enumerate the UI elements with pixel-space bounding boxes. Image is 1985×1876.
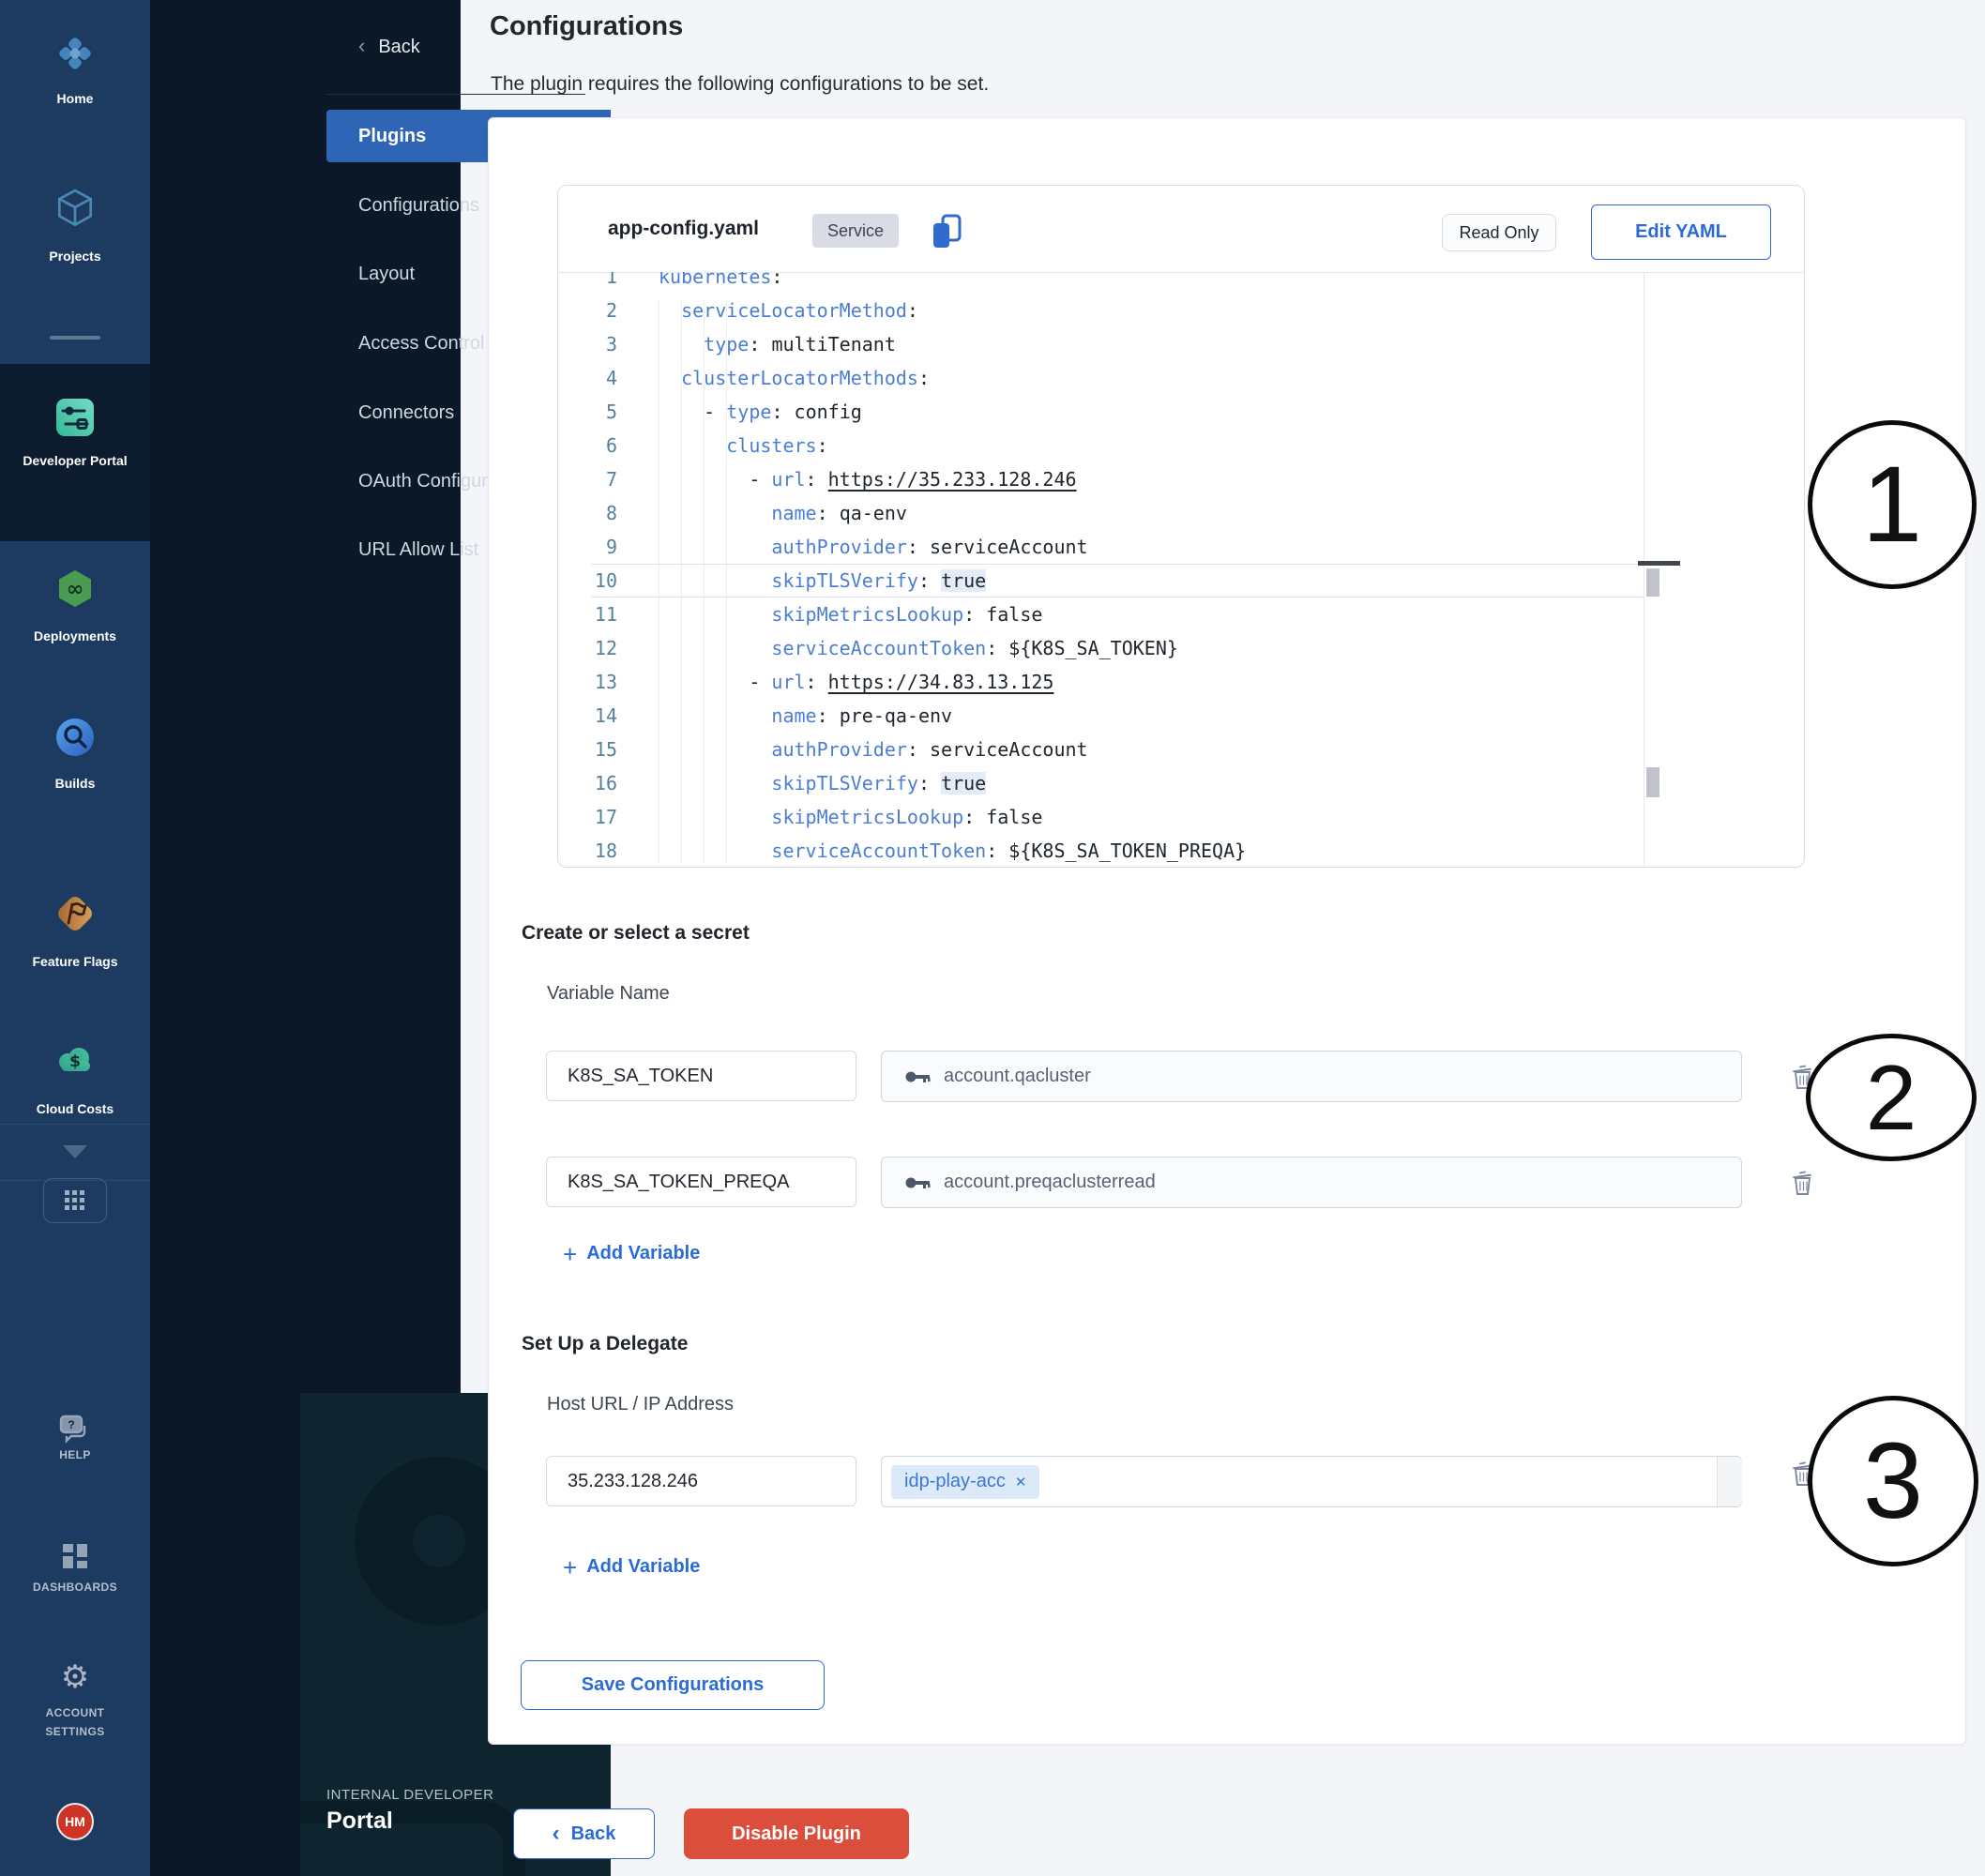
secret-select-value: account.qacluster — [944, 1066, 1091, 1087]
code-line: 16 skipTLSVerify: true — [557, 766, 1644, 800]
copy-icon[interactable] — [931, 214, 962, 250]
brand-line: INTERNAL DEVELOPER — [326, 1787, 494, 1803]
nav-item-home[interactable]: Home — [0, 89, 150, 108]
plugin-sidebar: ‹Back Plugins Configurations Layout Acce… — [150, 0, 461, 1876]
nav-divider — [50, 336, 100, 340]
secret-select[interactable]: account.preqaclusterread — [881, 1157, 1742, 1208]
variable-name-input[interactable] — [546, 1157, 856, 1207]
nav-item-dashboards[interactable]: DASHBOARDS — [28, 1578, 122, 1596]
annotation-circle-2: 2 — [1806, 1034, 1977, 1161]
read-only-button[interactable]: Read Only — [1442, 214, 1556, 251]
code-line: 7 - url: https://35.233.128.246 — [557, 462, 1644, 496]
grid-icon — [65, 1188, 85, 1213]
nav-item-deployments[interactable]: Deployments — [0, 627, 150, 645]
select-dropdown-zone[interactable] — [1717, 1457, 1742, 1506]
builds-icon — [53, 716, 97, 759]
svg-text:∞: ∞ — [67, 578, 83, 601]
add-variable-link[interactable]: + Add Variable — [563, 1243, 700, 1264]
key-icon — [904, 1175, 931, 1190]
nav-item-builds[interactable]: Builds — [0, 774, 150, 793]
nav-item-projects[interactable]: Projects — [0, 247, 150, 265]
nav-item-account-settings[interactable]: ACCOUNT SETTINGS — [28, 1703, 122, 1741]
feature-flags-icon — [53, 892, 97, 935]
scrollbar-thumb[interactable] — [1646, 568, 1659, 597]
code-line: 9 authProvider: serviceAccount — [557, 530, 1644, 564]
chevron-left-icon: ‹ — [358, 34, 365, 57]
code-line: 11 skipMetricsLookup: false — [557, 598, 1644, 631]
variable-name-input[interactable] — [546, 1051, 856, 1101]
code-line: 3 type: multiTenant — [557, 327, 1644, 361]
code-line: 18 serviceAccountToken: ${K8S_SA_TOKEN_P… — [557, 834, 1644, 867]
code-line: 14 name: pre-qa-env — [557, 699, 1644, 733]
code-line: 17 skipMetricsLookup: false — [557, 800, 1644, 834]
edit-yaml-button[interactable]: Edit YAML — [1591, 204, 1771, 260]
page-title: Configurations — [490, 11, 683, 42]
nav-item-developer-portal[interactable]: Developer Portal — [0, 451, 150, 470]
secret-section-title: Create or select a secret — [522, 922, 750, 945]
add-host-link[interactable]: + Add Variable — [563, 1556, 700, 1578]
yaml-filename: app-config.yaml — [608, 218, 759, 240]
deployments-icon: ∞ — [53, 567, 97, 611]
remove-tag-icon[interactable]: ✕ — [1015, 1474, 1027, 1490]
svg-text:?: ? — [68, 1418, 74, 1431]
back-button[interactable]: ‹ Back — [513, 1808, 655, 1859]
developer-portal-icon — [53, 396, 97, 439]
disable-plugin-button[interactable]: Disable Plugin — [684, 1808, 909, 1859]
save-configurations-button[interactable]: Save Configurations — [521, 1660, 825, 1710]
plus-icon: + — [563, 1245, 577, 1263]
code-line: 4 clusterLocatorMethods: — [557, 361, 1644, 395]
code-line: 1kubernetes: — [557, 272, 1644, 294]
dashboards-icon — [59, 1540, 91, 1572]
scrollbar-thumb[interactable] — [1646, 767, 1659, 797]
nav-rail: Home Projects Developer Portal — [0, 0, 150, 1876]
host-url-input[interactable] — [546, 1456, 856, 1506]
back-nav-link[interactable]: ‹Back — [358, 34, 420, 58]
cloud-costs-icon: $ — [53, 1039, 97, 1082]
variable-name-label: Variable Name — [547, 983, 670, 1005]
annotation-circle-3: 3 — [1808, 1396, 1978, 1566]
delegate-tag-chip[interactable]: idp-play-acc ✕ — [891, 1465, 1039, 1499]
svg-text:$: $ — [69, 1052, 81, 1071]
app-window: Home Projects Developer Portal — [0, 0, 1985, 1876]
scrollbar-cursor-mark — [1638, 561, 1680, 566]
code-line: 8 name: qa-env — [557, 496, 1644, 530]
projects-icon — [53, 186, 98, 231]
plus-icon: + — [563, 1558, 577, 1577]
nav-item-cloud-costs[interactable]: Cloud Costs — [0, 1099, 150, 1118]
help-icon: ? — [56, 1413, 94, 1450]
yaml-code-area: 1kubernetes: 2 serviceLocatorMethod: 3 t… — [557, 272, 1805, 867]
brand-name: Portal — [326, 1808, 393, 1835]
secret-select[interactable]: account.qacluster — [881, 1051, 1742, 1102]
user-avatar[interactable]: HM — [56, 1803, 94, 1840]
code-line: 2 serviceLocatorMethod: — [557, 294, 1644, 327]
code-line: 15 authProvider: serviceAccount — [557, 733, 1644, 766]
code-line: 13 - url: https://34.83.13.125 — [557, 665, 1644, 699]
delegate-section-title: Set Up a Delegate — [522, 1333, 688, 1355]
annotation-circle-1: 1 — [1808, 420, 1977, 589]
code-line: 5 - type: config — [557, 395, 1644, 429]
key-icon — [904, 1069, 931, 1084]
harness-home-icon — [53, 31, 98, 76]
nav-item-help[interactable]: HELP — [28, 1445, 122, 1464]
page-subtitle: The plugin requires the following config… — [491, 73, 989, 96]
delegate-tags-select[interactable]: idp-play-acc ✕ — [881, 1456, 1742, 1507]
delete-variable-icon[interactable] — [1790, 1169, 1814, 1197]
gear-icon: ⚙ — [0, 1658, 150, 1696]
code-line: 6 clusters: — [557, 429, 1644, 462]
chevron-down-icon[interactable] — [63, 1145, 87, 1158]
service-badge: Service — [812, 214, 899, 248]
chevron-left-icon: ‹ — [553, 1821, 560, 1847]
code-line: 10 skipTLSVerify: true — [557, 564, 1644, 598]
nav-item-feature-flags[interactable]: Feature Flags — [0, 952, 150, 971]
host-url-label: Host URL / IP Address — [547, 1394, 734, 1415]
code-line: 12 serviceAccountToken: ${K8S_SA_TOKEN} — [557, 631, 1644, 665]
secret-select-value: account.preqaclusterread — [944, 1172, 1156, 1193]
nav-section-line — [0, 1124, 150, 1125]
